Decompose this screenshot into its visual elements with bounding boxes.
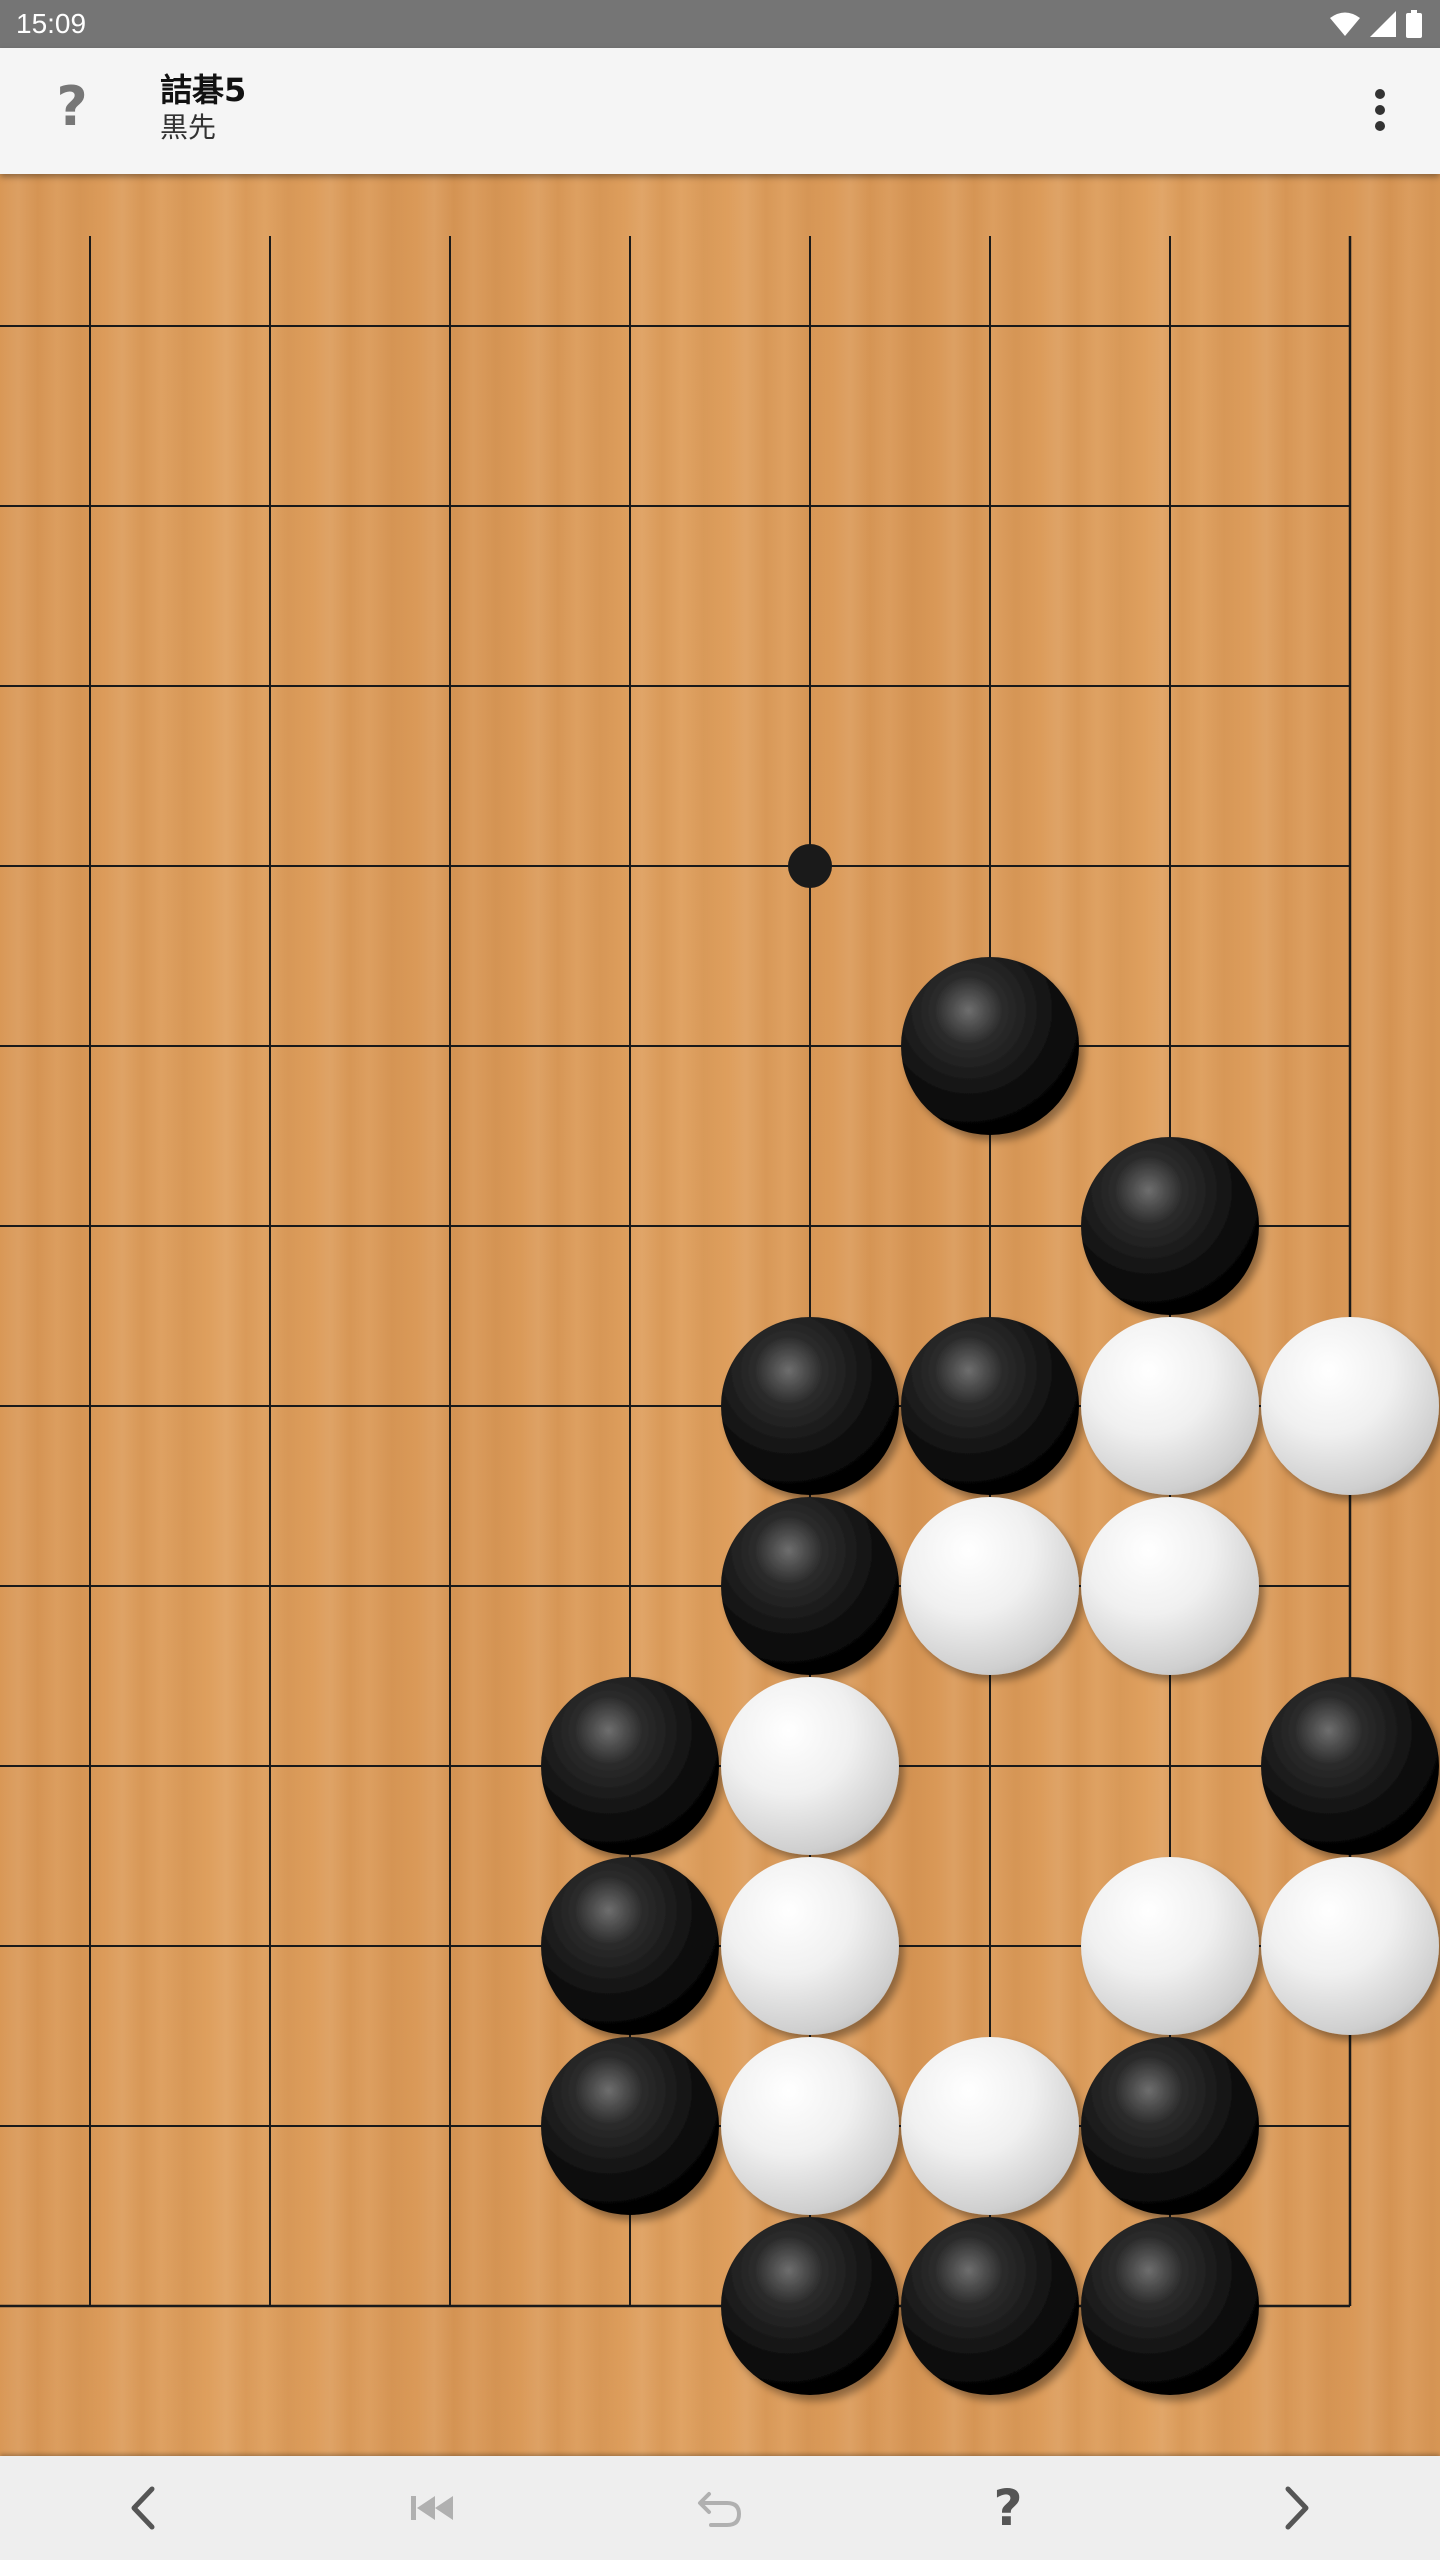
black-stone	[541, 2037, 719, 2215]
app-bar: ? 詰碁5 黒先	[0, 48, 1440, 174]
white-stone	[1261, 1317, 1439, 1495]
black-stone	[541, 1677, 719, 1855]
rewind-button[interactable]	[382, 2466, 482, 2550]
status-bar: 15:09	[0, 0, 1440, 48]
wifi-icon	[1330, 12, 1360, 36]
chevron-left-icon	[131, 2486, 155, 2530]
skip-to-start-icon	[411, 2496, 453, 2520]
status-icons	[1330, 10, 1422, 38]
chevron-right-icon	[1285, 2486, 1309, 2530]
undo-icon	[698, 2492, 742, 2527]
star-points	[788, 844, 832, 888]
black-stone	[541, 1857, 719, 2035]
black-stone	[1081, 2037, 1259, 2215]
previous-button[interactable]	[94, 2466, 194, 2550]
white-stone	[721, 1857, 899, 2035]
page-title: 詰碁5	[160, 71, 247, 109]
battery-icon	[1406, 10, 1422, 38]
white-stone	[1081, 1317, 1259, 1495]
black-stone	[1081, 1137, 1259, 1315]
white-stone	[901, 2037, 1079, 2215]
black-stone	[901, 957, 1079, 1135]
more-vert-icon	[1375, 89, 1385, 131]
cell-signal-icon	[1370, 11, 1396, 37]
black-stone	[721, 1497, 899, 1675]
help-icon: ?	[56, 74, 88, 138]
title-block: 詰碁5 黒先	[160, 70, 246, 146]
black-stone	[1081, 2217, 1259, 2395]
next-button[interactable]	[1246, 2466, 1346, 2550]
status-time: 15:09	[16, 8, 87, 39]
white-stone	[901, 1497, 1079, 1675]
overflow-menu-button[interactable]	[1350, 70, 1410, 150]
black-stone	[1261, 1677, 1439, 1855]
black-stone	[721, 1317, 899, 1495]
white-stone	[721, 2037, 899, 2215]
black-stone	[901, 2217, 1079, 2395]
star-point	[788, 844, 832, 888]
hint-button[interactable]: ?	[958, 2466, 1058, 2550]
black-stone	[721, 2217, 899, 2395]
help-button[interactable]: ?	[30, 64, 114, 148]
white-stone	[721, 1677, 899, 1855]
black-stone	[901, 1317, 1079, 1495]
white-stone	[1081, 1497, 1259, 1675]
white-stone	[1081, 1857, 1259, 2035]
white-stone	[1261, 1857, 1439, 2035]
hint-icon: ?	[993, 2479, 1023, 2537]
go-board[interactable]	[0, 174, 1440, 2456]
board-canvas[interactable]	[0, 174, 1440, 2456]
page-subtitle: 黒先	[160, 111, 217, 144]
undo-button[interactable]	[670, 2466, 770, 2550]
bottom-nav: ?	[0, 2456, 1440, 2560]
